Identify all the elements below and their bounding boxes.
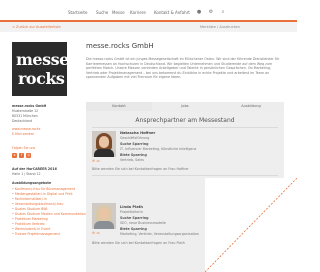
offering-value: Marketing, Vertrieb, Veranstaltungsorgan… (120, 232, 199, 236)
company-description: Die messe.rocks GmbH ist ein junges Mess… (86, 57, 280, 80)
instagram-icon[interactable]: ◎ (26, 153, 31, 158)
top-navigation: Startseite Suche Messe Karriere Kontakt … (0, 8, 297, 18)
training-item[interactable]: • Praktikum Marketing (12, 217, 48, 221)
contact-name: Natascha Hoffner (120, 131, 156, 135)
sidebar-address-city: 80331 München (12, 114, 38, 118)
divider (92, 127, 278, 128)
sidebar-fair-hall: Halle 1 / Stand 12 (12, 172, 41, 176)
sidebar-email-link[interactable]: E-Mail senden (12, 132, 34, 136)
training-item[interactable]: • Duales Studium Medien und Kommunikatio… (12, 212, 86, 216)
photo-face (99, 208, 109, 220)
logo-text-line1: messe (16, 50, 69, 69)
contact-icons[interactable]: ✉ ☏ (92, 159, 100, 163)
seeking-value: SEO, neue Businessmodelle (120, 221, 166, 225)
training-item[interactable]: • Trainee Projektmanagement (12, 232, 60, 236)
contact-role: Geschäftsführung (120, 136, 150, 140)
back-to-list-link[interactable]: < Zurück zur Ausstellerliste (12, 25, 61, 29)
seeking-value: IT, Influencer Marketing, Künstliche Int… (120, 147, 197, 151)
contact-request-note[interactable]: Bitte wenden Sie sich bei Kontaktanfrage… (92, 167, 189, 171)
company-title: messe.rocks GmbH (86, 42, 154, 50)
bookmark-print-link[interactable]: Merkliste / Ausdrucken (200, 25, 240, 29)
search-icon[interactable]: ⌕ (220, 9, 226, 15)
training-item[interactable]: • Veranstaltungskaufmann/-frau (12, 202, 63, 206)
nav-item-suche[interactable]: Suche (96, 10, 108, 15)
offering-label: Biete Sparring (120, 153, 147, 157)
nav-item-kontakt[interactable]: Kontakt & Anfahrt (154, 10, 190, 15)
contact-name: Linda Plath (120, 205, 143, 209)
sidebar-address-street: Musterstraße 12 (12, 109, 39, 113)
x-icon[interactable]: x (12, 153, 17, 158)
training-item[interactable]: • Fachinformatiker/-in (12, 197, 47, 201)
contact-role: Projektleiterin (120, 210, 143, 214)
sidebar-address-country: Deutschland (12, 119, 33, 123)
user-icon[interactable]: ● (196, 9, 202, 15)
sidebar-training-title: Ausbildungsangebote (12, 181, 52, 185)
training-item[interactable]: • Kaufmann/-frau für Büromanagement (12, 187, 75, 191)
gear-icon[interactable]: ⚙ (208, 9, 214, 15)
contact-icons[interactable]: ✉ ☏ (92, 231, 100, 235)
contact-photo (92, 203, 116, 229)
nav-item-startseite[interactable]: Startseite (68, 10, 87, 15)
training-item[interactable]: • Duales Studium BWL (12, 207, 48, 211)
training-item[interactable]: • Mediengestalter/-in Digital und Print (12, 192, 73, 196)
nav-item-messe[interactable]: Messe (112, 10, 125, 15)
sidebar-address-name: messe.rocks GmbH (12, 104, 47, 108)
seeking-label: Suche Sparring (120, 142, 149, 146)
page-curl-decoration (205, 178, 297, 272)
divider (92, 175, 278, 176)
sidebar-fair-title: Auf der HarCAREER 2016 (12, 167, 57, 171)
breadcrumb-bar: < Zurück zur Ausstellerliste Merkliste /… (0, 22, 297, 32)
photo-face (99, 136, 109, 148)
photo-body (94, 221, 114, 229)
facebook-icon[interactable]: f (19, 153, 24, 158)
seeking-label: Suche Sparring (120, 216, 149, 220)
logo-text-line2: rocks (18, 69, 65, 88)
tab-jobs[interactable]: Jobs (152, 102, 218, 111)
photo-body (94, 149, 114, 157)
sidebar-social-label: Folgen Sie uns (12, 146, 36, 150)
contact-request-note[interactable]: Bitte wenden Sie sich bei Kontaktanfrage… (92, 241, 185, 245)
offering-value: Vertrieb, Sales (120, 158, 144, 162)
nav-item-karriere[interactable]: Karriere (130, 10, 146, 15)
sidebar-website-link[interactable]: www.messe.rocks (12, 127, 40, 131)
tab-ausbildung[interactable]: Ausbildung (218, 102, 284, 111)
offering-label: Biete Sparring (120, 227, 147, 231)
training-item[interactable]: • Praktikum Vertrieb (12, 222, 45, 226)
company-logo: messe rocks (12, 42, 69, 96)
contacts-heading: Ansprechpartner am Messestand (135, 117, 235, 124)
training-item[interactable]: • Werkstudent/-in Event (12, 227, 50, 231)
contact-photo (92, 131, 116, 157)
page-curl-graphic (205, 178, 297, 272)
tab-kontakt[interactable]: Kontakt (86, 102, 152, 111)
